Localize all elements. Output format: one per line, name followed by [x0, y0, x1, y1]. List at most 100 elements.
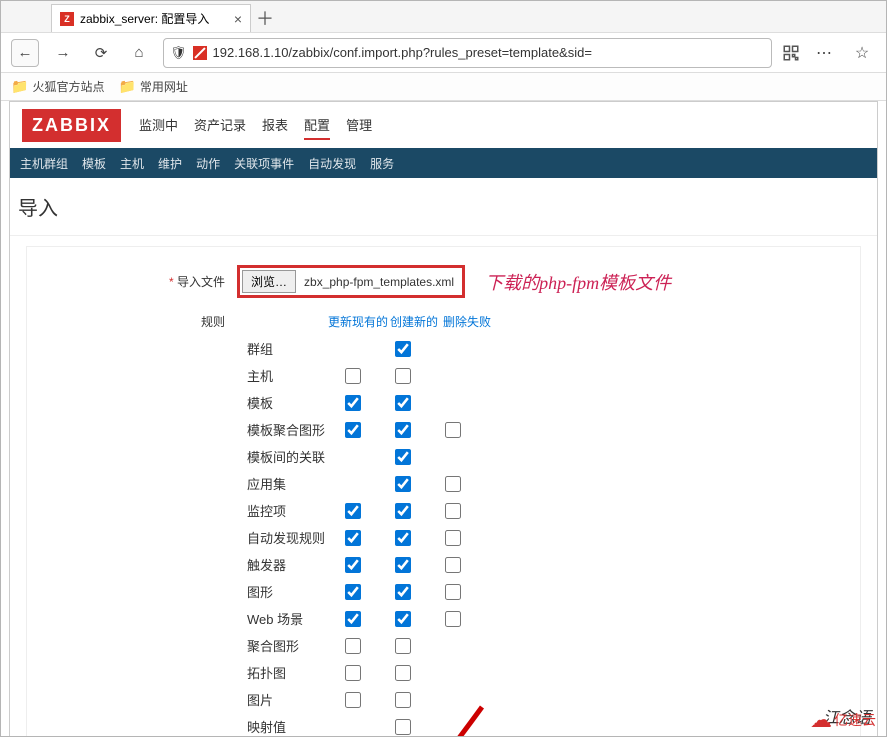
checkbox-create[interactable] — [395, 665, 411, 681]
rule-row: 主机 — [37, 362, 850, 389]
checkbox-delete[interactable] — [445, 530, 461, 546]
bookmark-star-icon[interactable]: ☆ — [848, 39, 876, 67]
rule-name: 图片 — [37, 690, 327, 709]
rule-name: 自动发现规则 — [37, 528, 327, 547]
checkbox-create[interactable] — [395, 638, 411, 654]
rule-name: 拓扑图 — [37, 663, 327, 682]
checkbox-create[interactable] — [395, 341, 411, 357]
checkbox-update[interactable] — [345, 665, 361, 681]
checkbox-create[interactable] — [395, 368, 411, 384]
rule-name: 聚合图形 — [37, 636, 327, 655]
back-button[interactable]: ← — [11, 39, 39, 67]
nav-reports[interactable]: 报表 — [262, 111, 288, 140]
rule-name: 模板聚合图形 — [37, 420, 327, 439]
folder-icon: 📁 — [118, 78, 135, 95]
snav-services[interactable]: 服务 — [370, 155, 394, 172]
rule-name: 应用集 — [37, 474, 327, 493]
qr-icon[interactable] — [782, 44, 800, 62]
browse-button[interactable]: 浏览… — [242, 270, 296, 293]
col-update: 更新现有的 — [327, 313, 389, 330]
col-delete: 删除失败 — [439, 313, 495, 330]
checkbox-update[interactable] — [345, 395, 361, 411]
snav-hosts[interactable]: 主机 — [120, 155, 144, 172]
checkbox-update[interactable] — [345, 530, 361, 546]
file-label: 导入文件 — [37, 273, 237, 290]
rule-name: 映射值 — [37, 717, 327, 736]
rule-row: 群组 — [37, 335, 850, 362]
nav-inventory[interactable]: 资产记录 — [194, 111, 246, 140]
checkbox-update[interactable] — [345, 368, 361, 384]
bookmark-bar: 📁火狐官方站点 📁常用网址 — [1, 73, 886, 101]
snav-actions[interactable]: 动作 — [196, 155, 220, 172]
snav-maint[interactable]: 维护 — [158, 155, 182, 172]
bookmark-firefox[interactable]: 📁火狐官方站点 — [11, 78, 104, 95]
checkbox-update[interactable] — [345, 611, 361, 627]
nav-monitor[interactable]: 监测中 — [139, 111, 178, 140]
checkbox-delete[interactable] — [445, 422, 461, 438]
checkbox-update[interactable] — [345, 503, 361, 519]
checkbox-delete[interactable] — [445, 557, 461, 573]
checkbox-create[interactable] — [395, 719, 411, 735]
checkbox-create[interactable] — [395, 611, 411, 627]
cloud-brand-text: 亿速云 — [834, 710, 876, 730]
checkbox-create[interactable] — [395, 557, 411, 573]
nav-admin[interactable]: 管理 — [346, 111, 372, 140]
rules-label: 规则 — [37, 313, 237, 330]
checkbox-delete[interactable] — [445, 503, 461, 519]
rule-name: 图形 — [37, 582, 327, 601]
cloud-brand-logo: ☁ 亿速云 — [810, 707, 876, 733]
rule-row: 图片 — [37, 686, 850, 713]
snav-templates[interactable]: 模板 — [82, 155, 106, 172]
browser-tab-bar: Z zabbix_server: 配置导入 × ＋ — [1, 1, 886, 33]
rule-name: 监控项 — [37, 501, 327, 520]
rule-row: 应用集 — [37, 470, 850, 497]
selected-filename: zbx_php-fpm_templates.xml — [304, 275, 460, 289]
folder-icon: 📁 — [11, 78, 28, 95]
checkbox-create[interactable] — [395, 503, 411, 519]
new-tab-button[interactable]: ＋ — [251, 4, 279, 32]
rule-name: 触发器 — [37, 555, 327, 574]
checkbox-delete[interactable] — [445, 476, 461, 492]
checkbox-update[interactable] — [345, 584, 361, 600]
annotation-text: 下载的php-fpm模板文件 — [485, 269, 671, 295]
snav-hostgroups[interactable]: 主机群组 — [20, 155, 68, 172]
browser-nav-bar: ← → ⟳ ⌂ 🛡 192.168.1.10/zabbix/conf.impor… — [1, 33, 886, 73]
checkbox-create[interactable] — [395, 692, 411, 708]
rule-name: 群组 — [37, 339, 327, 358]
reload-button[interactable]: ⟳ — [87, 39, 115, 67]
col-create: 创建新的 — [389, 313, 439, 330]
url-bar[interactable]: 🛡 192.168.1.10/zabbix/conf.import.php?ru… — [163, 38, 772, 68]
checkbox-create[interactable] — [395, 476, 411, 492]
checkbox-create[interactable] — [395, 449, 411, 465]
home-button[interactable]: ⌂ — [125, 39, 153, 67]
bookmark-common[interactable]: 📁常用网址 — [118, 78, 187, 95]
rule-name: 主机 — [37, 366, 327, 385]
snav-disco[interactable]: 自动发现 — [308, 155, 356, 172]
page-title: 导入 — [10, 178, 877, 236]
close-tab-icon[interactable]: × — [234, 11, 242, 27]
checkbox-update[interactable] — [345, 638, 361, 654]
browser-tab[interactable]: Z zabbix_server: 配置导入 × — [51, 4, 251, 32]
more-dots-icon[interactable]: ⋯ — [810, 39, 838, 67]
forward-button[interactable]: → — [49, 39, 77, 67]
checkbox-update[interactable] — [345, 557, 361, 573]
tab-favicon-icon: Z — [60, 12, 74, 26]
checkbox-update[interactable] — [345, 422, 361, 438]
nav-config[interactable]: 配置 — [304, 111, 330, 140]
checkbox-update[interactable] — [345, 692, 361, 708]
shield-icon: 🛡 — [170, 45, 187, 61]
url-text: 192.168.1.10/zabbix/conf.import.php?rule… — [213, 45, 592, 60]
rule-row: 自动发现规则 — [37, 524, 850, 551]
zabbix-logo[interactable]: ZABBIX — [22, 109, 121, 142]
rule-row: 聚合图形 — [37, 632, 850, 659]
cloud-icon: ☁ — [810, 707, 832, 733]
snav-corr[interactable]: 关联项事件 — [234, 155, 294, 172]
checkbox-create[interactable] — [395, 584, 411, 600]
checkbox-create[interactable] — [395, 530, 411, 546]
rule-name: Web 场景 — [37, 609, 327, 628]
checkbox-delete[interactable] — [445, 611, 461, 627]
checkbox-delete[interactable] — [445, 584, 461, 600]
checkbox-create[interactable] — [395, 422, 411, 438]
app-header: ZABBIX 监测中 资产记录 报表 配置 管理 — [10, 102, 877, 148]
checkbox-create[interactable] — [395, 395, 411, 411]
